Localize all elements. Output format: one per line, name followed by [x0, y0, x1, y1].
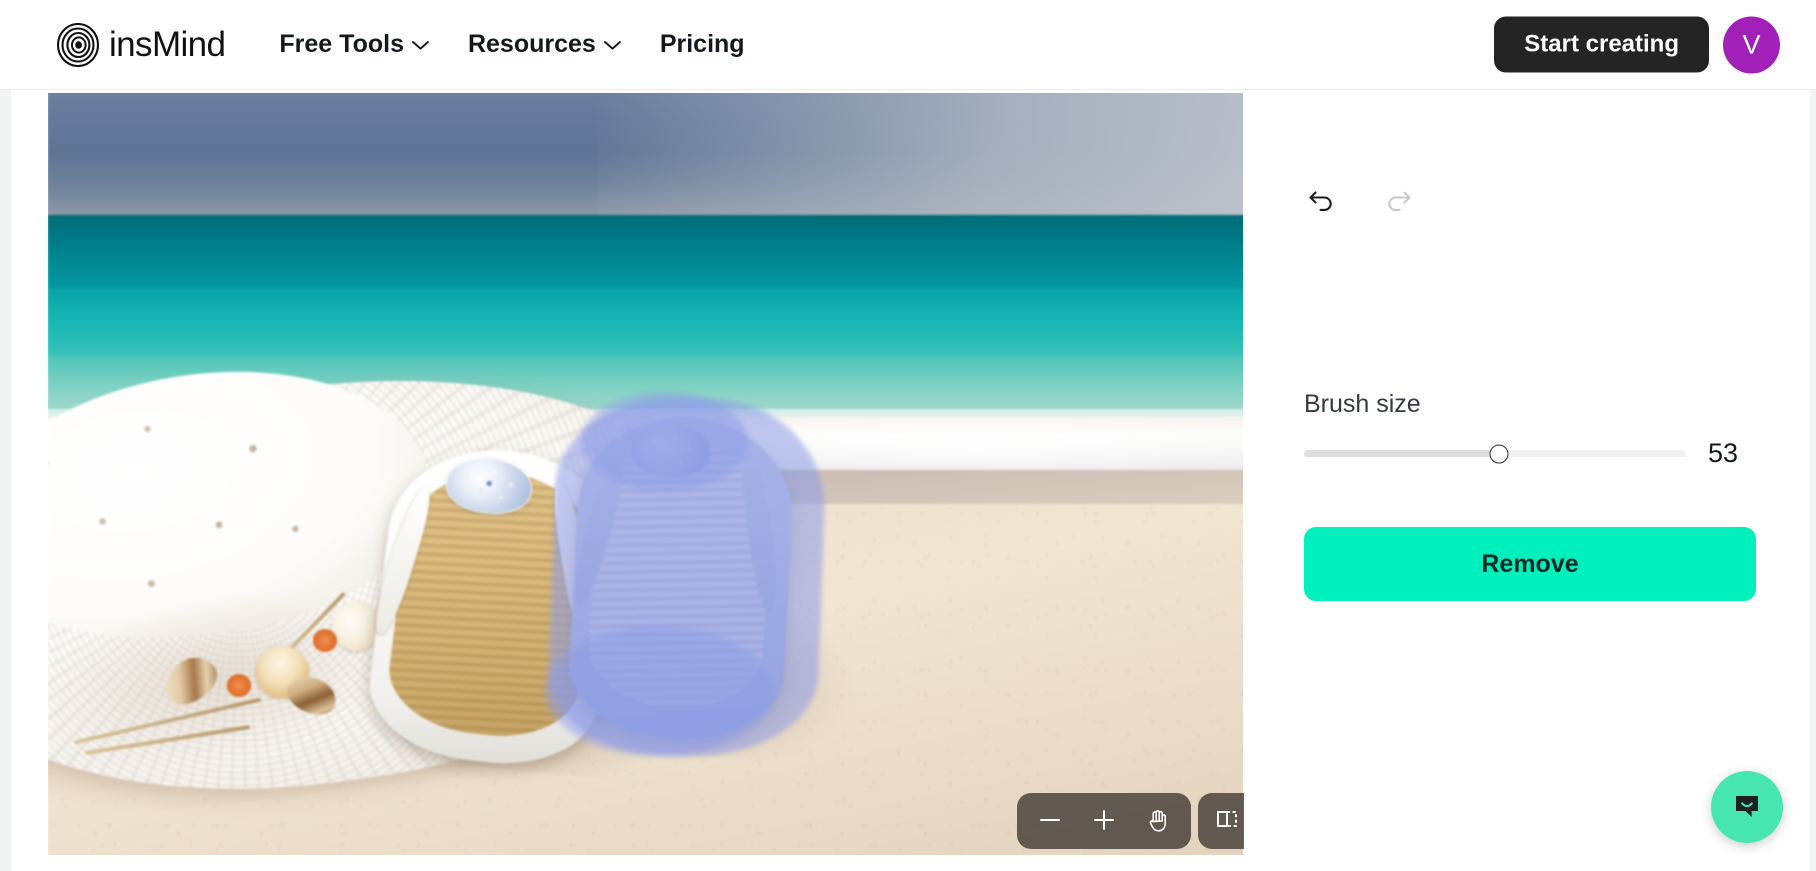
chevron-down-icon [411, 39, 430, 51]
nav-item-pricing[interactable]: Pricing [660, 30, 745, 59]
hand-icon [1146, 807, 1171, 836]
nav-item-resources[interactable]: Resources [468, 30, 622, 59]
editor-photo[interactable] [48, 93, 1243, 855]
compare-button[interactable] [1198, 793, 1244, 849]
photo-ocean-deep [48, 214, 1243, 292]
workspace: Brush size 53 Remove [0, 90, 1816, 871]
concentric-rings-logo-icon [56, 22, 100, 67]
nav-label-resources: Resources [467, 30, 596, 58]
redo-button[interactable] [1382, 185, 1416, 219]
minus-icon [1037, 807, 1063, 836]
photo-ocean-mid [48, 288, 1243, 361]
undo-arrow-icon [1305, 186, 1337, 219]
logo[interactable]: insMind [56, 22, 226, 67]
chat-launcher-button[interactable] [1711, 771, 1783, 843]
photo-sky-haze [597, 93, 1243, 217]
brush-size-value: 53 [1708, 438, 1739, 468]
photo-shell-coral [227, 673, 252, 697]
left-rail [0, 90, 11, 871]
start-creating-button[interactable]: Start creating [1494, 16, 1709, 73]
site-header: insMind Free Tools Resources Pricing Sta… [0, 0, 1816, 90]
avatar-initial: V [1742, 29, 1761, 59]
chevron-down-icon [603, 39, 622, 51]
insmind-object-remover-app: insMind Free Tools Resources Pricing Sta… [0, 0, 1816, 871]
avatar[interactable]: V [1723, 16, 1780, 73]
undo-button[interactable] [1304, 185, 1338, 219]
chat-bubble-smile-icon [1729, 787, 1765, 828]
slider-track[interactable] [1304, 444, 1686, 463]
brush-size-slider[interactable]: 53 [1304, 438, 1756, 469]
header-actions: Start creating V [1494, 16, 1780, 73]
zoom-out-button[interactable] [1023, 793, 1077, 849]
compare-split-icon [1214, 806, 1241, 837]
canvas-toolbar [1017, 793, 1244, 849]
history-controls [1304, 185, 1416, 219]
zoom-in-button[interactable] [1077, 793, 1131, 849]
remove-button[interactable]: Remove [1304, 527, 1756, 601]
nav-item-free-tools[interactable]: Free Tools [279, 30, 430, 59]
tool-options-panel: Brush size 53 Remove [1244, 90, 1816, 871]
canvas-area[interactable] [11, 90, 1244, 871]
nav-label-free-tools: Free Tools [279, 30, 404, 58]
pan-tool-button[interactable] [1131, 793, 1185, 849]
page-scrollbar[interactable] [1810, 90, 1816, 871]
zoom-pan-toolbar [1017, 793, 1191, 849]
main-nav: Free Tools Resources Pricing [279, 30, 744, 59]
slider-fill [1304, 450, 1499, 457]
nav-label-pricing: Pricing [659, 30, 745, 58]
brush-size-label: Brush size [1304, 390, 1421, 418]
logo-text: insMind [109, 25, 226, 64]
redo-arrow-icon [1383, 186, 1415, 219]
slider-thumb[interactable] [1489, 444, 1509, 463]
plus-icon [1091, 807, 1117, 836]
